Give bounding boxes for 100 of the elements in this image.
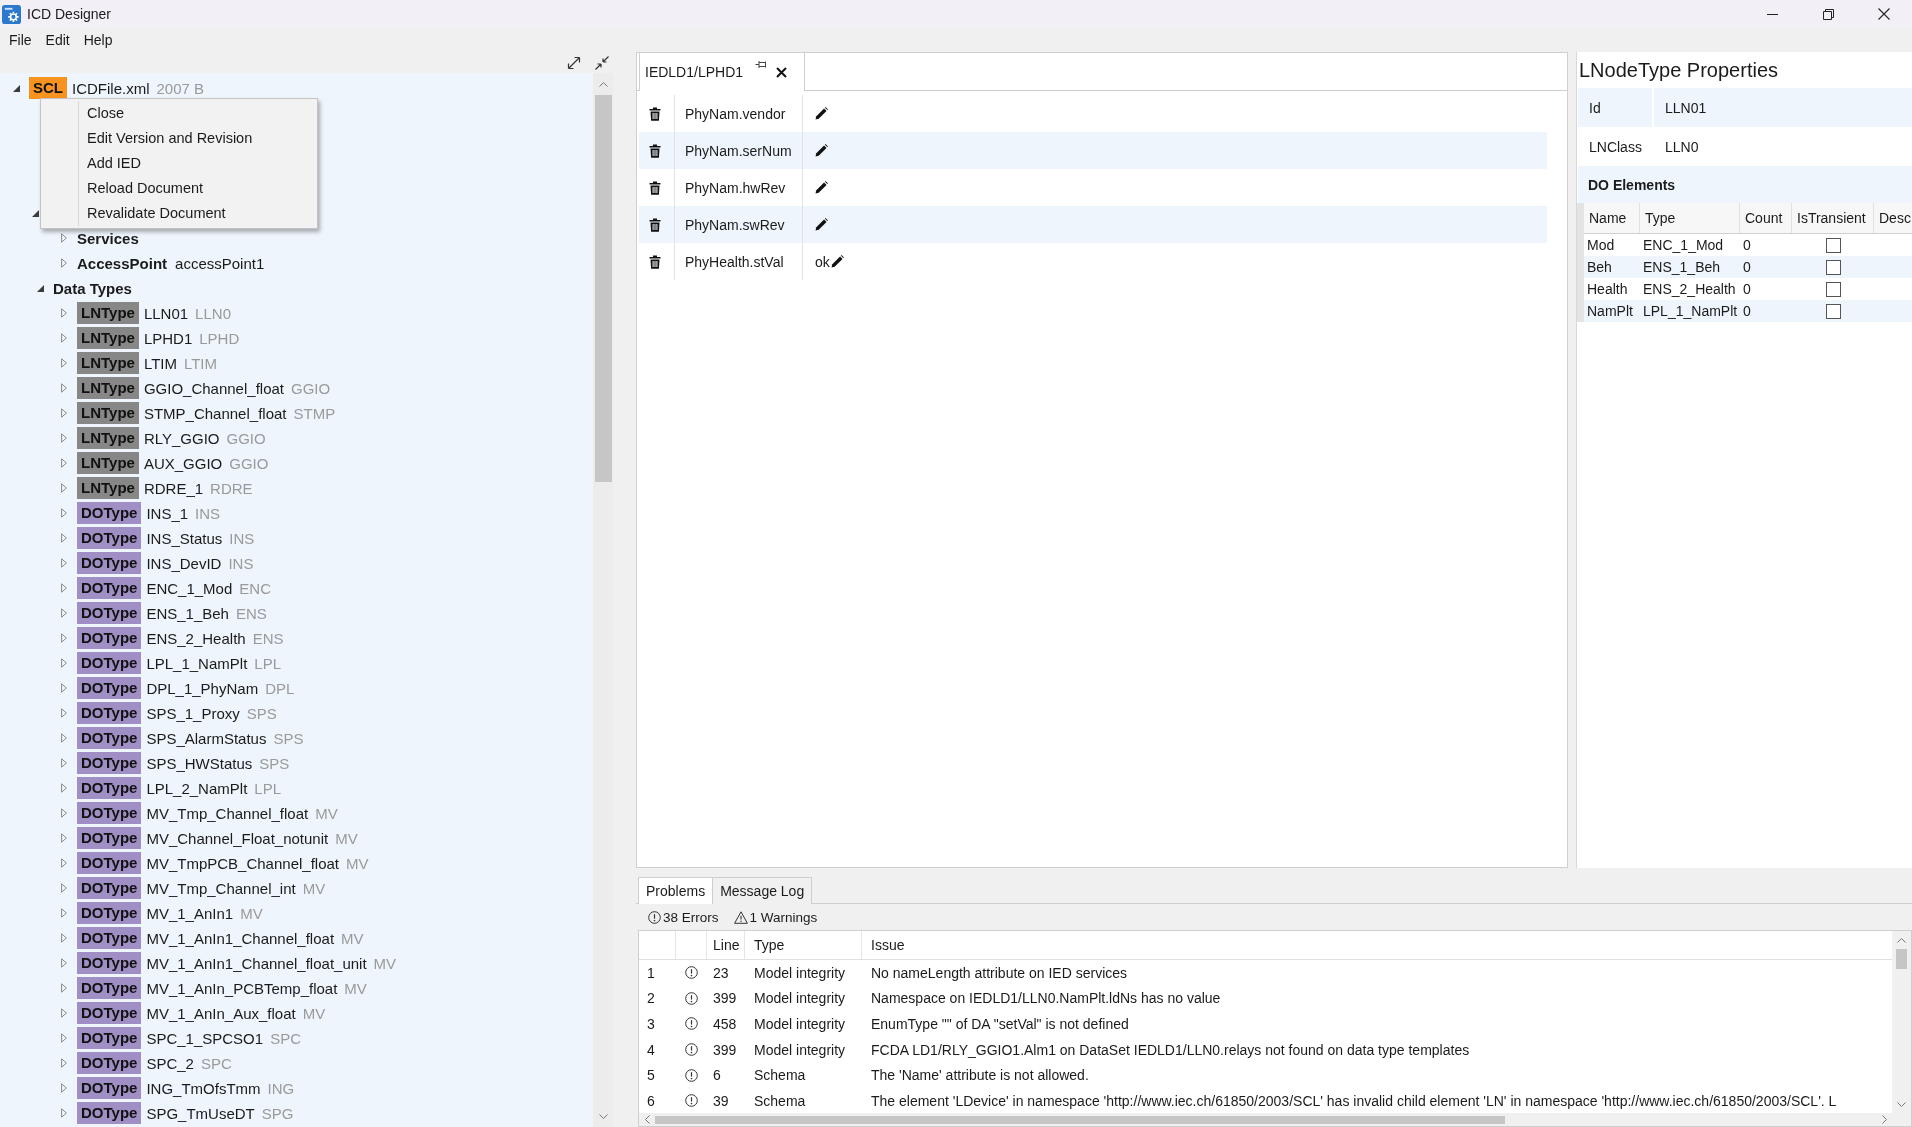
collapsed-triangle-icon[interactable] (61, 483, 67, 493)
collapsed-triangle-icon[interactable] (61, 683, 67, 693)
tree-item-label[interactable]: MV_Tmp_Channel_float (146, 804, 309, 822)
tree-item-label[interactable]: Data Types (53, 279, 132, 297)
tree-item-label[interactable]: MV_1_AnIn1 (146, 904, 234, 922)
context-menu-item[interactable]: Close (41, 101, 317, 126)
collapsed-triangle-icon[interactable] (61, 233, 67, 243)
collapsed-triangle-icon[interactable] (61, 408, 67, 418)
tree-item-label[interactable]: INS_1 (146, 504, 189, 522)
scrollbar[interactable] (639, 1113, 1911, 1126)
expanded-triangle-icon[interactable] (32, 209, 39, 217)
diagonal-arrows-icon[interactable] (566, 54, 582, 71)
tree-item-label[interactable]: Services (77, 229, 139, 247)
tree-item-label[interactable]: ENC_1_Mod (146, 579, 233, 597)
warnings-filter[interactable]: 1 Warnings (733, 909, 818, 925)
collapsed-triangle-icon[interactable] (61, 708, 67, 718)
scrollbar-thumb[interactable] (655, 1115, 1505, 1124)
tree-item-label[interactable]: MV_Channel_Float_notunit (146, 829, 329, 847)
chevron-right-icon[interactable] (1881, 1115, 1887, 1124)
tree-item-label[interactable]: STMP_Channel_float (143, 404, 287, 422)
trash-icon[interactable] (649, 254, 661, 269)
tree-item-label[interactable]: SPS_1_Proxy (146, 704, 240, 722)
tree-item-label[interactable]: MV_1_AnIn_PCBTemp_float (146, 979, 338, 997)
tree-item-label[interactable]: RDRE_1 (143, 479, 204, 497)
tree-item-label[interactable]: AUX_GGIO (143, 454, 223, 472)
collapsed-triangle-icon[interactable] (61, 858, 67, 868)
pencil-icon[interactable] (830, 255, 844, 268)
tree-item-label[interactable]: ENS_1_Beh (146, 604, 229, 622)
collapsed-triangle-icon[interactable] (61, 883, 67, 893)
tree-item-label[interactable]: DPL_1_PhyNam (146, 679, 259, 697)
column-header[interactable]: Type (1640, 203, 1740, 233)
panel-tab[interactable]: Problems (638, 877, 714, 904)
column-header[interactable]: Desc (1874, 203, 1912, 233)
chevron-up-icon[interactable] (598, 81, 608, 87)
close-icon[interactable] (1878, 8, 1890, 20)
context-menu-item[interactable]: Reload Document (41, 176, 317, 201)
scrollbar[interactable] (1892, 931, 1911, 1113)
tree-item-label[interactable]: ING_TmOfsTmm (146, 1079, 261, 1097)
collapsed-triangle-icon[interactable] (61, 258, 67, 268)
collapsed-triangle-icon[interactable] (61, 308, 67, 318)
collapsed-triangle-icon[interactable] (61, 358, 67, 368)
collapsed-triangle-icon[interactable] (61, 558, 67, 568)
tree-item-label[interactable]: ICDFile.xml (72, 79, 150, 97)
minimize-icon[interactable] (1766, 13, 1778, 15)
collapsed-triangle-icon[interactable] (61, 1058, 67, 1068)
tree-item-label[interactable]: MV_1_AnIn1_Channel_float (146, 929, 335, 947)
collapsed-triangle-icon[interactable] (61, 908, 67, 918)
tree-item-label[interactable]: MV_TmpPCB_Channel_float (146, 854, 339, 872)
tree-item-label[interactable]: RLY_GGIO (143, 429, 220, 447)
column-header[interactable]: Line (713, 937, 740, 953)
collapsed-triangle-icon[interactable] (61, 383, 67, 393)
tree-item-label[interactable]: SPC_2 (146, 1054, 194, 1072)
tree-item-label[interactable]: INS_DevID (146, 554, 222, 572)
pencil-icon[interactable] (815, 218, 828, 231)
expanded-triangle-icon[interactable] (12, 84, 20, 92)
collapsed-triangle-icon[interactable] (61, 1108, 67, 1118)
tree-item-label[interactable]: SPG_TmUseDT (146, 1104, 255, 1122)
chevron-down-icon[interactable] (598, 1113, 608, 1119)
collapsed-triangle-icon[interactable] (61, 458, 67, 468)
checkbox[interactable] (1825, 237, 1841, 253)
collapsed-triangle-icon[interactable] (61, 1083, 67, 1093)
chevron-left-icon[interactable] (644, 1115, 650, 1124)
checkbox[interactable] (1825, 259, 1841, 275)
tree-item-label[interactable]: MV_1_AnIn_Aux_float (146, 1004, 296, 1022)
pencil-icon[interactable] (815, 107, 828, 120)
collapsed-triangle-icon[interactable] (61, 433, 67, 443)
column-header[interactable]: Type (754, 937, 785, 953)
menu-item[interactable]: Edit (38, 30, 77, 50)
collapsed-triangle-icon[interactable] (61, 733, 67, 743)
collapsed-triangle-icon[interactable] (61, 583, 67, 593)
column-header[interactable]: Count (1740, 203, 1792, 233)
trash-icon[interactable] (649, 180, 661, 195)
panel-tab[interactable]: Message Log (712, 877, 813, 904)
tree-item-label[interactable]: MV_Tmp_Channel_int (146, 879, 296, 897)
column-header[interactable]: Issue (871, 937, 905, 953)
scrollbar[interactable] (593, 73, 613, 1127)
collapsed-triangle-icon[interactable] (61, 933, 67, 943)
tree-item-label[interactable]: LLN01 (143, 304, 189, 322)
pencil-icon[interactable] (815, 144, 828, 157)
tree-item-label[interactable]: SPC_1_SPCSO1 (146, 1029, 264, 1047)
collapsed-triangle-icon[interactable] (61, 983, 67, 993)
context-menu-item[interactable]: Add IED (41, 151, 317, 176)
tree-item-label[interactable]: ENS_2_Health (146, 629, 246, 647)
trash-icon[interactable] (649, 106, 661, 121)
pencil-icon[interactable] (815, 181, 828, 194)
column-header[interactable]: IsTransient (1792, 203, 1874, 233)
collapsed-triangle-icon[interactable] (61, 958, 67, 968)
collapsed-triangle-icon[interactable] (61, 1033, 67, 1043)
restore-icon[interactable] (1822, 8, 1834, 20)
collapsed-triangle-icon[interactable] (61, 608, 67, 618)
collapsed-triangle-icon[interactable] (61, 1008, 67, 1018)
collapsed-triangle-icon[interactable] (61, 633, 67, 643)
context-menu-item[interactable]: Edit Version and Revision (41, 126, 317, 151)
tree-item-label[interactable]: SPS_AlarmStatus (146, 729, 267, 747)
tree-item-label[interactable]: GGIO_Channel_float (143, 379, 284, 397)
trash-icon[interactable] (649, 217, 661, 232)
collapsed-triangle-icon[interactable] (61, 533, 67, 543)
checkbox[interactable] (1825, 303, 1841, 319)
checkbox[interactable] (1825, 281, 1841, 297)
tree-item-label[interactable]: INS_Status (146, 529, 223, 547)
